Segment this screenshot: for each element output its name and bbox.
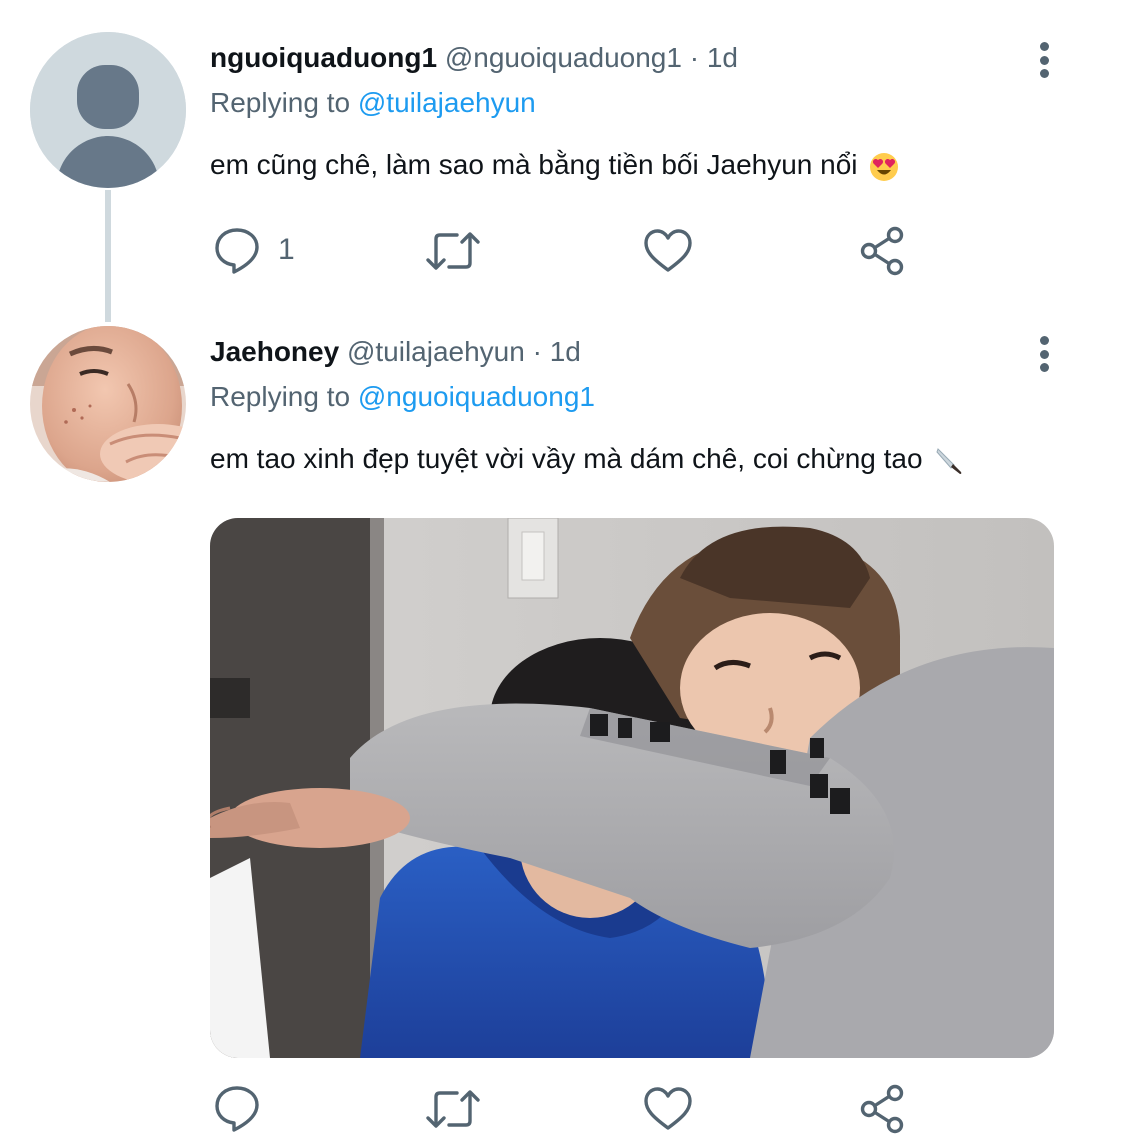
more-options-button[interactable]	[1028, 40, 1060, 80]
tweet-header: nguoiquaduong1 @nguoiquaduong1 · 1d	[210, 42, 738, 74]
retweet-icon	[426, 1090, 480, 1128]
thread-connector-line	[105, 190, 111, 322]
replying-to-label: Replying to	[210, 381, 358, 412]
share-icon	[860, 226, 904, 276]
reply-button[interactable]: 1	[214, 226, 295, 274]
avatar[interactable]	[30, 32, 186, 188]
user-handle[interactable]: @tuilajaehyun	[347, 336, 525, 367]
media-photo	[210, 518, 1054, 1058]
tweet-text-content: em cũng chê, làm sao mà bằng tiền bối Ja…	[210, 149, 858, 180]
user-handle[interactable]: @nguoiquaduong1	[445, 42, 682, 73]
replying-to-mention[interactable]: @nguoiquaduong1	[358, 381, 595, 412]
heart-icon	[644, 1087, 692, 1130]
retweet-button[interactable]	[425, 1087, 481, 1131]
vertical-dots-icon	[1039, 42, 1049, 51]
speech-bubble-icon	[215, 1086, 259, 1132]
separator-dot: ·	[532, 336, 542, 367]
display-name[interactable]: Jaehoney	[210, 336, 339, 367]
profile-photo	[30, 326, 186, 482]
tweet-text-content: em tao xinh đẹp tuyệt vời vầy mà dám chê…	[210, 443, 923, 474]
more-options-button[interactable]	[1028, 334, 1060, 374]
replying-to-label: Replying to	[210, 87, 358, 118]
tweet-text: em cũng chê, làm sao mà bằng tiền bối Ja…	[210, 149, 899, 182]
replying-to: Replying to @nguoiquaduong1	[210, 381, 595, 413]
replying-to-mention[interactable]: @tuilajaehyun	[358, 87, 536, 118]
separator-dot: ·	[689, 42, 700, 73]
reply-count: 1	[278, 233, 295, 266]
default-profile-icon	[30, 32, 186, 188]
like-button[interactable]	[643, 1086, 693, 1132]
tweet-media-image[interactable]	[210, 518, 1054, 1058]
heart-icon	[644, 229, 692, 272]
share-button[interactable]	[858, 226, 908, 276]
vertical-dots-icon	[1039, 336, 1049, 345]
replying-to: Replying to @tuilajaehyun	[210, 87, 536, 119]
retweet-button[interactable]	[425, 229, 481, 273]
display-name[interactable]: nguoiquaduong1	[210, 42, 437, 73]
reply-button[interactable]	[214, 1084, 260, 1132]
like-button[interactable]	[643, 228, 693, 274]
share-button[interactable]	[858, 1084, 908, 1134]
share-icon	[860, 1084, 904, 1134]
timestamp[interactable]: 1d	[550, 336, 581, 367]
tweet-header: Jaehoney @tuilajaehyun · 1d	[210, 336, 581, 368]
retweet-icon	[426, 232, 480, 270]
speech-bubble-icon	[215, 228, 259, 274]
heart-eyes-emoji	[870, 152, 899, 181]
knife-emoji	[936, 447, 962, 474]
timestamp[interactable]: 1d	[707, 42, 738, 73]
avatar[interactable]	[30, 326, 186, 482]
tweet-text: em tao xinh đẹp tuyệt vời vầy mà dám chê…	[210, 443, 964, 476]
